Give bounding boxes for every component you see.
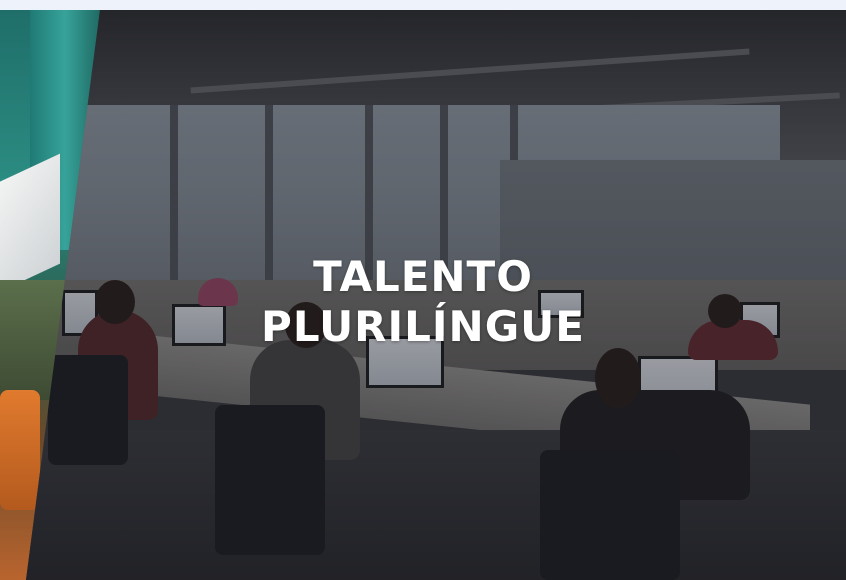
orange-chair [0, 390, 40, 510]
page-top-strip [0, 0, 846, 10]
headline-line-1: TALENTO [313, 252, 533, 301]
headline-line-2: PLURILÍNGUE [261, 302, 585, 351]
hero-headline: TALENTO PLURILÍNGUE [0, 252, 846, 352]
